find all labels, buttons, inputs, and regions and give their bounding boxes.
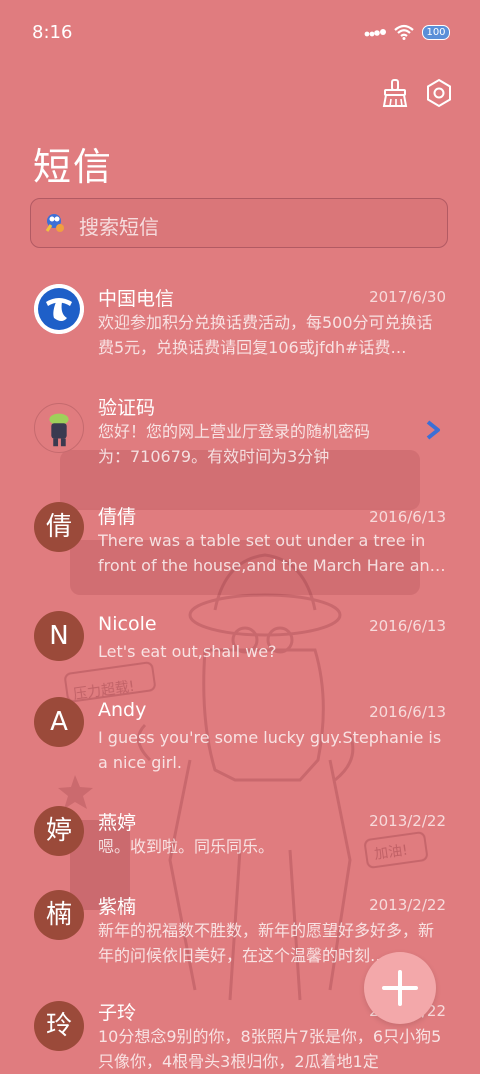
telecom-logo-icon (34, 284, 84, 334)
message-date: 2016/6/13 (369, 703, 446, 721)
plus-icon (382, 970, 418, 1006)
clean-brush-icon[interactable] (380, 78, 410, 108)
battery-icon: 100 (422, 24, 450, 40)
message-date: 2013/2/22 (369, 812, 446, 830)
message-preview: 您好！您的网上营业厅登录的随机密码为：710679。有效时间为3分钟 (98, 422, 371, 466)
status-bar: 8:16 100 (32, 22, 450, 46)
message-preview: 欢迎参加积分兑换话费活动，每500分可兑换话费5元，兑换话费请回复106或jfd… (98, 313, 433, 357)
sender-name: Nicole (98, 613, 157, 635)
message-preview: There was a table set out under a tree i… (98, 531, 446, 575)
avatar: N (34, 611, 84, 661)
message-date: 2013/2/22 (369, 896, 446, 914)
avatar: 玲 (34, 1001, 84, 1051)
page-title: 短信 (33, 145, 114, 189)
sender-name: 中国电信 (98, 288, 175, 310)
settings-icon[interactable] (424, 78, 454, 108)
message-preview: Let's eat out,shall we? (98, 642, 277, 661)
sender-name: 倩倩 (98, 506, 137, 528)
avatar: 楠 (34, 890, 84, 940)
search-bar[interactable]: 搜索短信 (30, 198, 448, 248)
message-preview: I guess you're some lucky guy.Stephanie … (98, 728, 442, 772)
avatar: 婷 (34, 806, 84, 856)
chevron-right-icon[interactable] (424, 419, 442, 441)
message-date: 2016/6/13 (369, 617, 446, 635)
wifi-icon (394, 24, 414, 40)
status-icons: 100 (364, 24, 450, 40)
signal-icon (364, 29, 386, 37)
message-date: 2017/6/30 (369, 288, 446, 306)
character-avatar-icon (34, 403, 84, 453)
search-mascot-icon (45, 214, 64, 232)
sender-name: 子玲 (98, 1002, 137, 1024)
sender-name: Andy (98, 699, 147, 721)
sender-name: 验证码 (98, 397, 156, 419)
message-date: 2016/6/13 (369, 508, 446, 526)
sender-name: 燕婷 (98, 812, 137, 834)
search-input[interactable]: 搜索短信 (79, 211, 159, 240)
avatar: A (34, 697, 84, 747)
avatar: 倩 (34, 502, 84, 552)
sender-name: 紫楠 (98, 896, 137, 918)
new-message-button[interactable] (364, 952, 436, 1024)
status-time: 8:16 (32, 22, 73, 43)
message-preview: 嗯。收到啦。同乐同乐。 (98, 837, 275, 856)
